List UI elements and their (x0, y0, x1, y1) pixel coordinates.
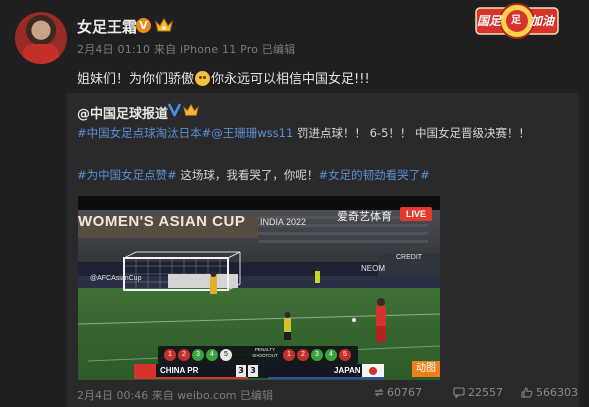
fan-badge-left: 国足 (477, 14, 502, 28)
score-home: 3 (236, 365, 246, 377)
fan-badge-right: 加油 (530, 14, 555, 28)
repost-line-2-text: 这场球，我看哭了，你呢！ (176, 168, 319, 182)
penalty-kick-marker: 5 (339, 349, 351, 361)
team-away: JAPAN (334, 366, 361, 375)
video-player[interactable]: WOMEN'S ASIAN CUP INDIA 2022 爱奇艺体育 LIVE … (78, 196, 440, 380)
tournament-year: INDIA 2022 (260, 217, 307, 227)
comment-count[interactable]: 22557 (468, 386, 503, 399)
penalty-kick-marker: 1 (283, 349, 295, 361)
sponsor-credit: CREDIT (396, 254, 423, 261)
penalty-kick-marker: 1 (164, 349, 176, 361)
repost-line-1: #中国女足点球淘汰日本#@王珊珊wss11 罚进点球！！ 6-5！！ 中国女足晋… (77, 125, 530, 141)
hashtag-link[interactable]: #中国女足点球淘汰日本#@王珊珊wss11 (77, 126, 293, 140)
crown-icon (183, 103, 199, 116)
penalty-kick-marker: 3 (311, 349, 323, 361)
blue-verified-icon (167, 103, 182, 117)
penalty-kick-marker: 4 (325, 349, 337, 361)
penalty-kick-marker: 3 (192, 349, 204, 361)
watermark: 爱奇艺体育 (337, 210, 392, 223)
like-icon[interactable] (521, 387, 533, 398)
live-badge: LIVE (400, 207, 432, 221)
home-kicks: 12345 (164, 349, 232, 361)
score-away: 3 (248, 365, 258, 377)
repost-count[interactable]: 60767 (387, 386, 422, 399)
fan-badge-center: 足 (511, 15, 521, 26)
like-count[interactable]: 566303 (536, 386, 578, 399)
post-meta: 2月4日 01:10 来自 iPhone 11 Pro 已编辑 (77, 43, 296, 56)
comment-icon[interactable] (453, 387, 465, 398)
repost-meta: 2月4日 00:46 来自 weibo.com 已编辑 (77, 389, 274, 402)
tournament-banner: WOMEN'S ASIAN CUP (78, 213, 246, 230)
penalty-kick-marker: 5 (220, 349, 232, 361)
post-text: 姐妹们！为你们骄傲 你永远可以相信中国女足!!! (77, 68, 370, 87)
sponsor-neom: NEOM (361, 264, 385, 273)
penalty-kick-marker: 2 (297, 349, 309, 361)
repost-icon[interactable] (373, 387, 385, 398)
post-text-part1: 姐妹们！为你们骄傲 (77, 72, 195, 87)
penalty-shootout-label: PENALTY SHOOTOUT (252, 347, 278, 358)
hashtag-link[interactable]: #为中国女足点赞# (77, 168, 177, 182)
team-home: CHINA PR (160, 366, 199, 375)
avatar-jersey (23, 44, 59, 64)
penalty-kick-marker: 2 (178, 349, 190, 361)
penalty-kick-marker: 4 (206, 349, 218, 361)
repost-card[interactable]: @中国足球报道 #中国女足点球淘汰日本#@王珊珊wss11 罚进点球！！ 6-5… (67, 93, 579, 407)
verified-v-icon: V (136, 18, 151, 33)
crown-icon (155, 17, 173, 32)
proud-emoji-icon (195, 71, 211, 86)
hashtag-link[interactable]: #女足的韧劲看哭了# (318, 168, 429, 182)
post-text-part2: 你永远可以相信中国女足!!! (211, 72, 370, 87)
avatar[interactable] (15, 12, 67, 64)
repost-author[interactable]: @中国足球报道 (77, 103, 168, 122)
repost-line-2: #为中国女足点赞# 这场球，我看哭了，你呢！#女足的韧劲看哭了# (77, 167, 430, 183)
sponsor-afc: @AFCAsianCup (90, 275, 142, 282)
username[interactable]: 女足王霜 (77, 16, 137, 37)
away-kicks: 12345 (283, 349, 351, 361)
repost-line-1-text: 罚进点球！！ 6-5！！ 中国女足晋级决赛！！ (293, 126, 531, 140)
gif-tag: 动图 (412, 361, 440, 377)
